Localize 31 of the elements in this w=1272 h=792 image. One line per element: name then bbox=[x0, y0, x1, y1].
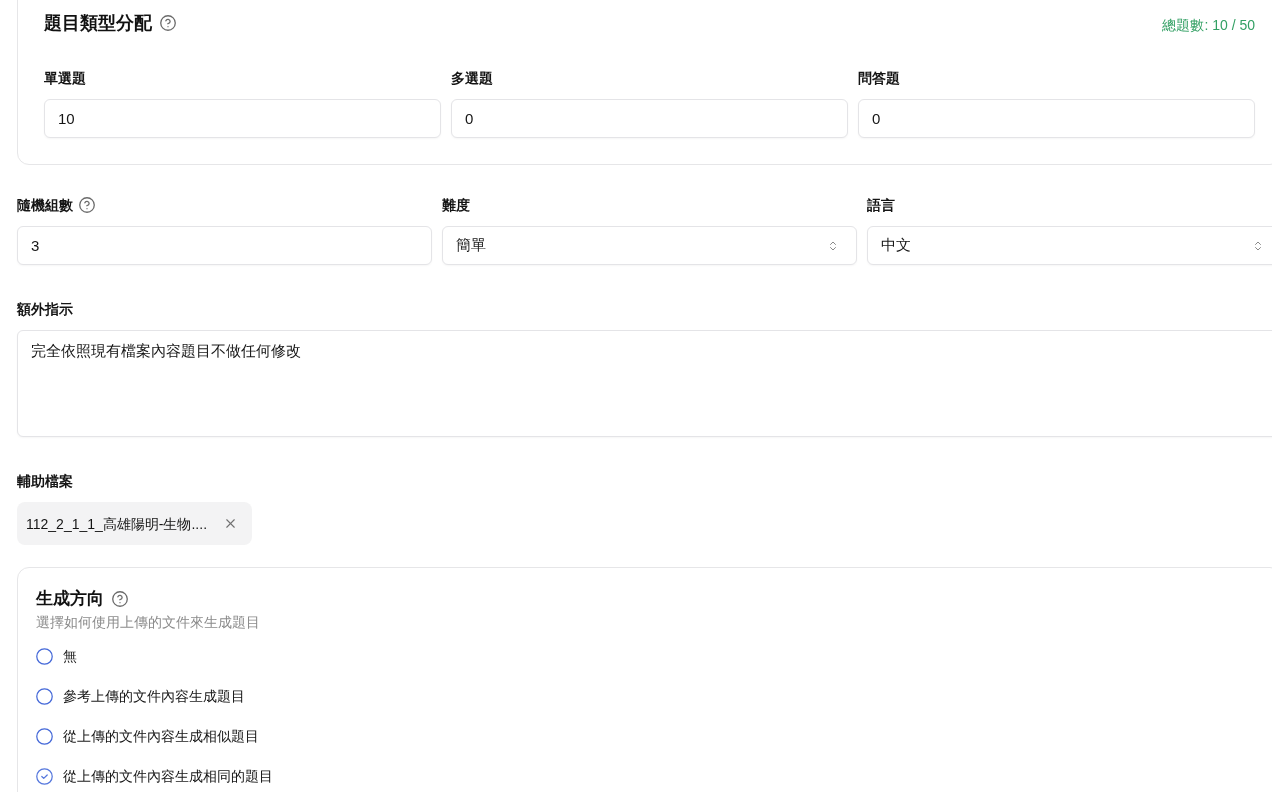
field-label: 單選題 bbox=[44, 69, 86, 88]
radio-button[interactable] bbox=[36, 647, 53, 665]
input-field[interactable]: 0 bbox=[858, 99, 1255, 138]
section-subtitle: 選擇如何使用上傳的文件來生成題目 bbox=[36, 613, 260, 632]
select-field[interactable]: 簡單 bbox=[442, 226, 857, 265]
section-title: 生成方向 bbox=[36, 588, 104, 610]
total-count: 總題數: 10 / 50 bbox=[1162, 16, 1255, 35]
option-label[interactable]: 從上傳的文件內容生成相似題目 bbox=[63, 726, 259, 746]
help-icon[interactable] bbox=[79, 197, 95, 213]
input-field[interactable]: 0 bbox=[451, 99, 848, 138]
text-area[interactable]: 完全依照現有檔案內容題目不做任何修改 bbox=[17, 330, 1272, 437]
input-field[interactable]: 10 bbox=[44, 99, 441, 138]
file-name: 112_2_1_1_高雄陽明-生物.... bbox=[26, 514, 208, 534]
field-label: 多選題 bbox=[451, 69, 493, 88]
option-label[interactable]: 參考上傳的文件內容生成題目 bbox=[63, 686, 245, 706]
field-label: 額外指示 bbox=[17, 300, 73, 319]
help-icon[interactable] bbox=[160, 15, 176, 31]
help-icon[interactable] bbox=[112, 591, 128, 607]
field-label: 難度 bbox=[442, 196, 470, 215]
input-field[interactable]: 3 bbox=[17, 226, 432, 265]
option-label[interactable]: 從上傳的文件內容生成相同的題目 bbox=[63, 766, 273, 786]
field-label: 隨機組數 bbox=[17, 196, 73, 215]
radio-button[interactable] bbox=[36, 727, 53, 745]
option-label[interactable]: 無 bbox=[63, 646, 77, 666]
radio-button[interactable] bbox=[36, 687, 53, 705]
field-label: 輔助檔案 bbox=[17, 472, 73, 491]
select-field[interactable]: 中文 bbox=[867, 226, 1272, 265]
section-title: 題目類型分配 bbox=[44, 12, 152, 35]
radio-button[interactable] bbox=[36, 767, 53, 785]
field-label: 語言 bbox=[867, 196, 895, 215]
field-label: 問答題 bbox=[858, 69, 900, 88]
